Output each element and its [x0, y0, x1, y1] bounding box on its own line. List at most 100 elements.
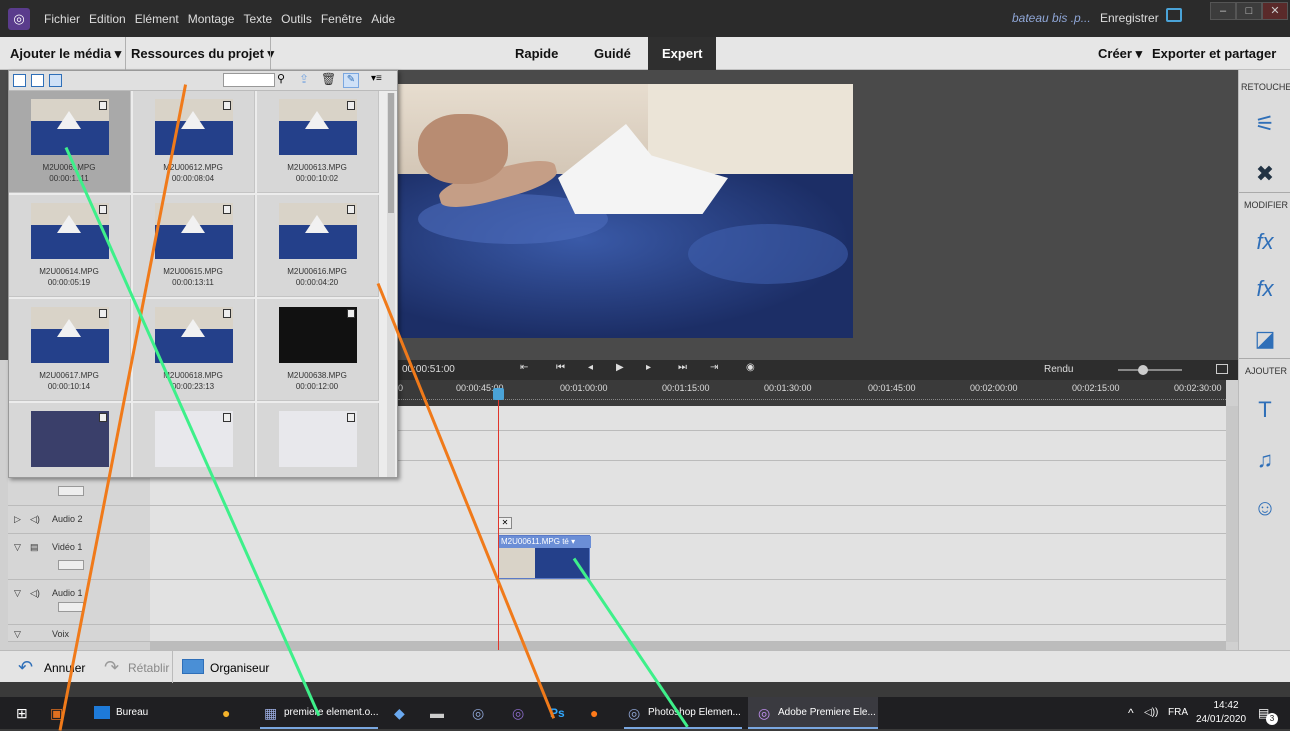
- volume-icon[interactable]: ◁)): [1144, 697, 1158, 729]
- menu-help[interactable]: Aide: [371, 12, 395, 26]
- taskbar-explorer[interactable]: premiere element.o...: [284, 697, 379, 729]
- snapshot-icon[interactable]: ◉: [746, 362, 755, 373]
- asset-tile[interactable]: M2U00616.MPG 00:00:04:20: [257, 195, 379, 297]
- monitor-view-icon[interactable]: [1166, 8, 1182, 22]
- asset-tile[interactable]: [257, 403, 379, 477]
- graphics-icon[interactable]: ☺: [1251, 494, 1279, 522]
- collapse-icon[interactable]: ▽: [14, 588, 21, 599]
- transition-marker-icon[interactable]: ✕: [498, 517, 512, 529]
- goto-in-icon[interactable]: ⇤: [520, 362, 528, 373]
- undo-button[interactable]: Annuler: [44, 661, 85, 675]
- app-icon[interactable]: ◆: [394, 697, 405, 729]
- taskbar-photoshop[interactable]: Photoshop Elemen...: [648, 697, 741, 729]
- step-back-icon[interactable]: ◂: [588, 362, 593, 373]
- asset-tile[interactable]: M2U00618.MPG 00:00:23:13: [133, 299, 255, 401]
- taskbar-premiere[interactable]: Adobe Premiere Ele...: [778, 697, 876, 729]
- menu-clip[interactable]: Elément: [135, 12, 179, 26]
- playhead-line[interactable]: [498, 392, 499, 650]
- menu-file[interactable]: Fichier: [44, 12, 80, 26]
- asset-tile[interactable]: M2U00612.MPG 00:00:08:04: [133, 91, 255, 193]
- timeline-clip[interactable]: M2U00611.MPG té ▾: [498, 535, 591, 579]
- asset-tile[interactable]: M2U00615.MPG 00:00:13:11: [133, 195, 255, 297]
- tray-chevron-icon[interactable]: ^: [1128, 697, 1134, 729]
- tools-icon[interactable]: ✖: [1251, 160, 1279, 188]
- panel-scrollbar[interactable]: [387, 93, 395, 477]
- effects-icon[interactable]: fx: [1251, 275, 1279, 303]
- audio-filter-icon[interactable]: [49, 74, 62, 87]
- track-voice[interactable]: [150, 625, 1226, 642]
- collapse-icon[interactable]: ▽: [14, 629, 21, 640]
- menu-tools[interactable]: Outils: [281, 12, 312, 26]
- goto-end-icon[interactable]: ⏭: [678, 362, 687, 373]
- windows-start-icon[interactable]: ⊞: [16, 697, 28, 729]
- transitions-icon[interactable]: ◪: [1251, 325, 1279, 353]
- taskbar-desktop[interactable]: Bureau: [116, 697, 148, 729]
- zoom-slider[interactable]: [1118, 369, 1182, 371]
- search-icon[interactable]: ⚲: [277, 72, 285, 85]
- image-filter-icon[interactable]: [31, 74, 44, 87]
- add-media-button[interactable]: Ajouter le média ▾: [10, 37, 121, 70]
- minimize-button[interactable]: –: [1210, 2, 1236, 20]
- firefox-icon[interactable]: ●: [590, 697, 598, 729]
- goto-out-icon[interactable]: ⇥: [710, 362, 718, 373]
- titles-icon[interactable]: T: [1251, 396, 1279, 424]
- keyframe-controls[interactable]: [58, 602, 84, 612]
- keyframe-controls[interactable]: [58, 486, 84, 496]
- search-input[interactable]: [223, 73, 275, 87]
- undo-icon[interactable]: ↶: [18, 657, 33, 678]
- clock-time[interactable]: 14:42: [1208, 700, 1244, 711]
- fullscreen-icon[interactable]: [1216, 364, 1228, 374]
- music-icon[interactable]: ♫: [1251, 446, 1279, 474]
- language-indicator[interactable]: FRA: [1168, 697, 1188, 729]
- desktop-icon[interactable]: [94, 706, 110, 719]
- file-explorer-icon[interactable]: ▦: [264, 697, 277, 729]
- track-audio-1[interactable]: [150, 580, 1226, 625]
- create-button[interactable]: Créer ▾: [1098, 37, 1142, 70]
- menu-edit[interactable]: Edition: [89, 12, 126, 26]
- render-button[interactable]: Rendu: [1044, 364, 1073, 375]
- timeline-v-scrollbar[interactable]: [1226, 406, 1238, 642]
- collapse-icon[interactable]: ▽: [14, 542, 21, 553]
- asset-tile[interactable]: M2U006..MPG 00:00:1..11: [9, 91, 131, 193]
- export-icon[interactable]: ⇪: [299, 72, 309, 86]
- redo-button[interactable]: Rétablir: [128, 661, 169, 675]
- export-share-button[interactable]: Exporter et partager: [1152, 37, 1276, 70]
- step-forward-icon[interactable]: ▸: [646, 362, 651, 373]
- goto-start-icon[interactable]: ⏮: [556, 362, 565, 373]
- asset-tile[interactable]: M2U00614.MPG 00:00:05:19: [9, 195, 131, 297]
- pin-icon[interactable]: ✎: [343, 73, 359, 88]
- zoom-handle[interactable]: [1138, 365, 1148, 375]
- track-video-1[interactable]: [150, 534, 1226, 580]
- maximize-button[interactable]: □: [1236, 2, 1262, 20]
- tab-expert[interactable]: Expert: [648, 37, 717, 70]
- track-audio-2[interactable]: [150, 506, 1226, 534]
- asset-tile[interactable]: M2U00617.MPG 00:00:10:14: [9, 299, 131, 401]
- premiere-elements-icon[interactable]: ◎: [512, 697, 524, 729]
- film-icon[interactable]: ▤: [30, 542, 39, 553]
- organizer-icon[interactable]: [182, 659, 204, 674]
- notification-icon[interactable]: ▤: [1258, 697, 1269, 729]
- project-resources-button[interactable]: Ressources du projet ▾: [131, 37, 274, 70]
- picasa-icon[interactable]: ●: [222, 697, 230, 729]
- expand-icon[interactable]: ▷: [14, 514, 21, 525]
- panel-menu-icon[interactable]: ▾≡: [371, 73, 382, 84]
- menu-text[interactable]: Texte: [243, 12, 272, 26]
- menu-timeline[interactable]: Montage: [188, 12, 235, 26]
- redo-icon[interactable]: ↷: [104, 657, 119, 678]
- asset-tile[interactable]: M2U00613.MPG 00:00:10:02: [257, 91, 379, 193]
- adjust-sliders-icon[interactable]: ⚟: [1251, 110, 1279, 138]
- premiere-elements-icon[interactable]: ◎: [758, 697, 770, 729]
- applied-effects-icon[interactable]: fx: [1251, 228, 1279, 256]
- play-icon[interactable]: ▶: [616, 362, 624, 373]
- video-filter-icon[interactable]: [13, 74, 26, 87]
- speaker-icon[interactable]: ◁): [30, 514, 40, 525]
- trash-icon[interactable]: 🗑: [321, 72, 336, 86]
- save-button[interactable]: Enregistrer: [1100, 11, 1159, 25]
- organizer-button[interactable]: Organiseur: [210, 661, 269, 675]
- clock-date[interactable]: 24/01/2020: [1196, 714, 1246, 725]
- tab-guided[interactable]: Guidé: [594, 37, 631, 70]
- close-button[interactable]: ✕: [1262, 2, 1288, 20]
- tab-quick[interactable]: Rapide: [515, 37, 558, 70]
- menu-window[interactable]: Fenêtre: [321, 12, 362, 26]
- premiere-elements-icon[interactable]: ◎: [472, 697, 484, 729]
